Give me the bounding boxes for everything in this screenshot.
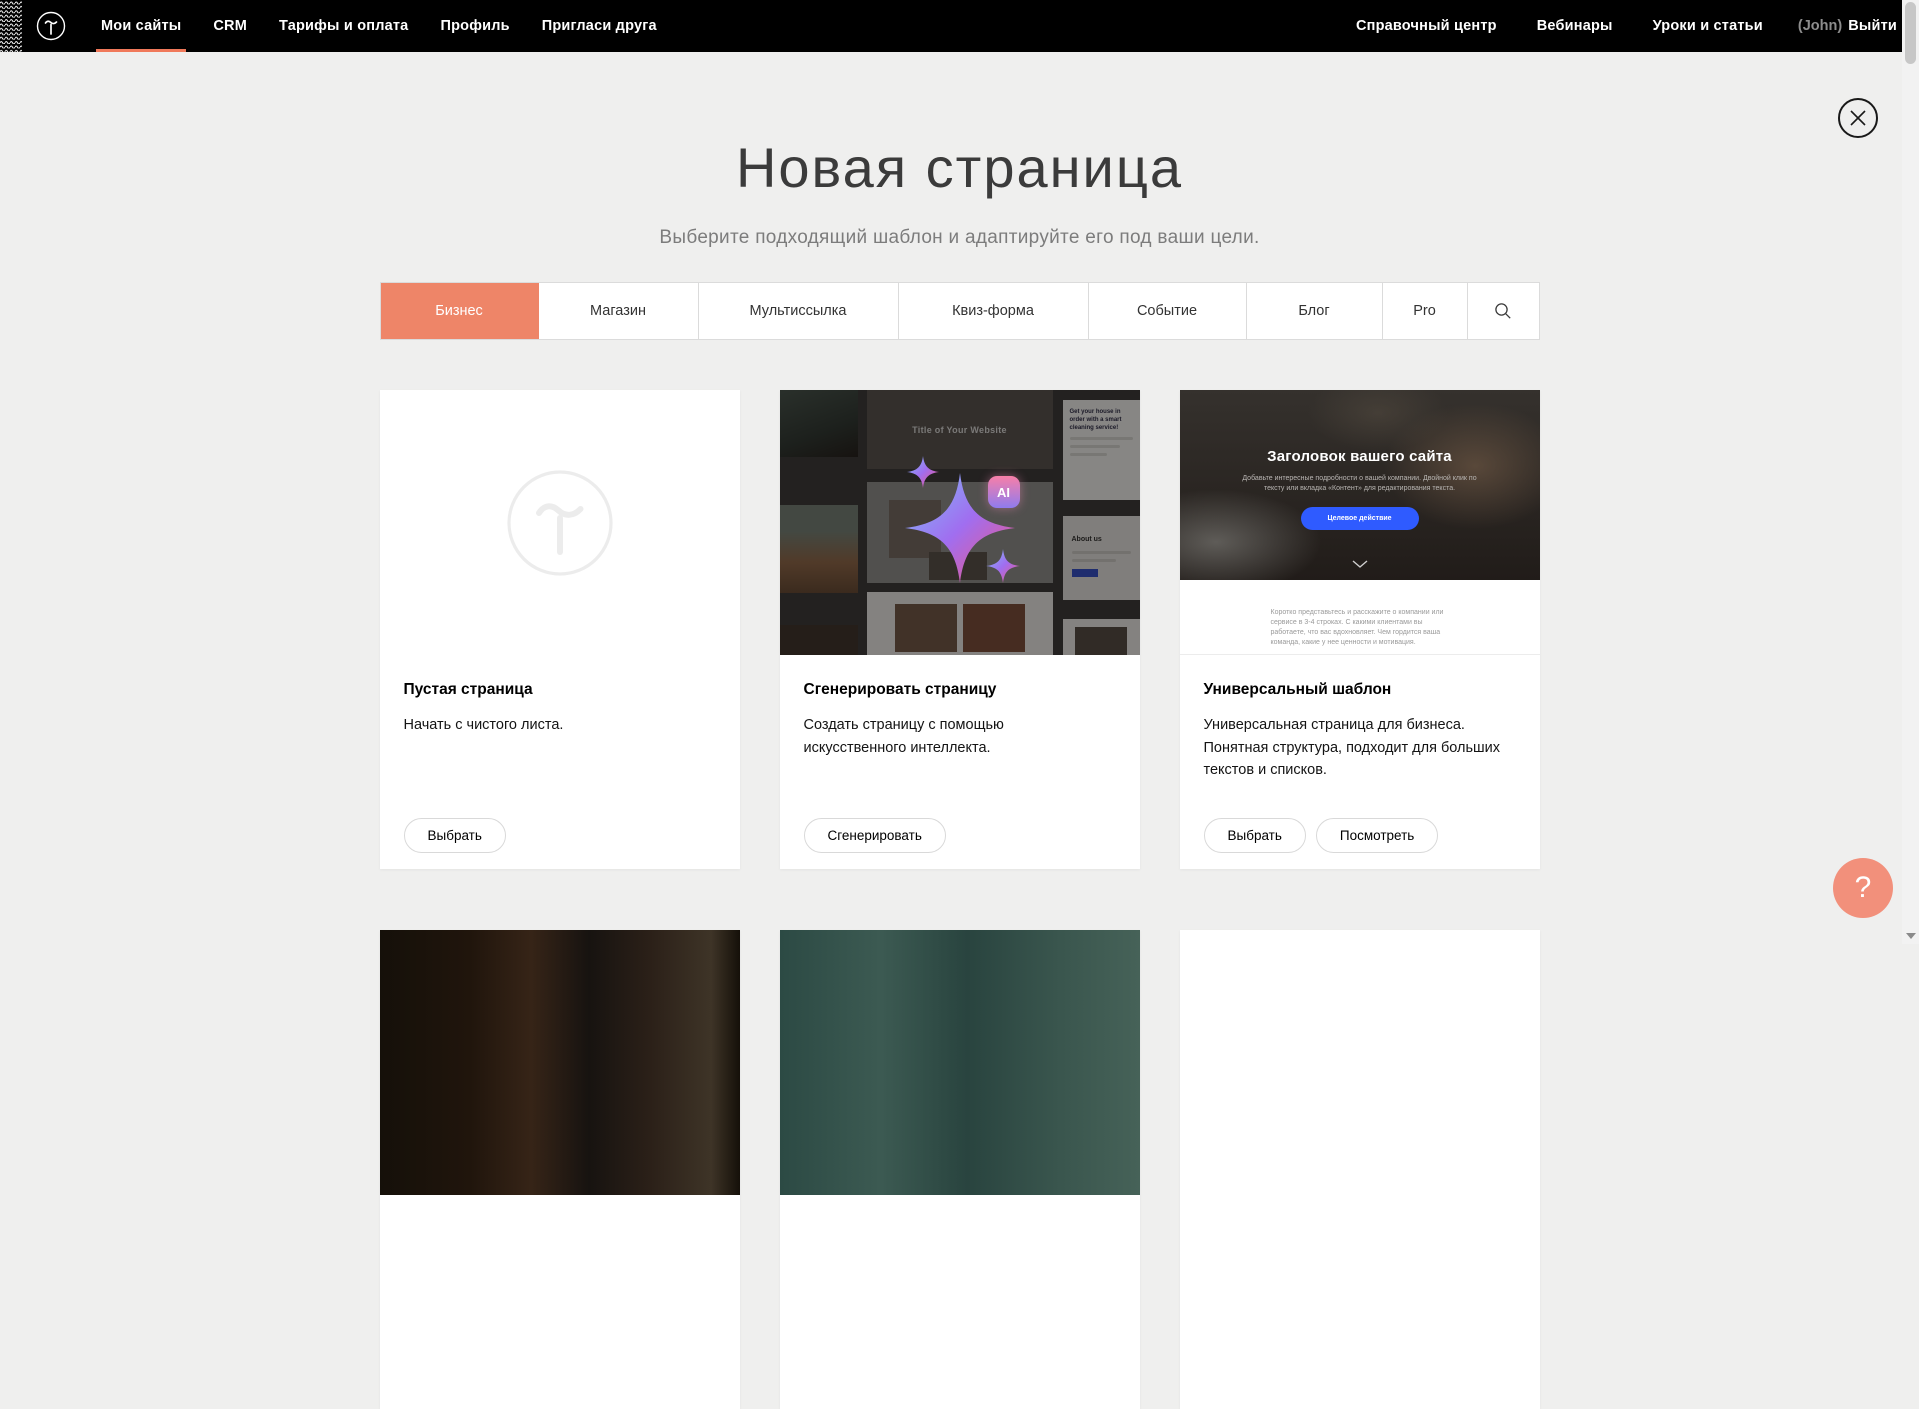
tab-quiz-form[interactable]: Квиз-форма xyxy=(899,283,1089,339)
search-icon xyxy=(1493,301,1513,321)
top-nav: Мои сайты CRM Тарифы и оплата Профиль Пр… xyxy=(0,0,1919,52)
page-subtitle: Выберите подходящий шаблон и адаптируйте… xyxy=(0,227,1919,249)
secondary-nav: Справочный центр Вебинары Уроки и статьи… xyxy=(1351,0,1897,52)
tab-business[interactable]: Бизнес xyxy=(381,283,539,339)
partial-template-card xyxy=(380,930,740,1409)
universal-template-preview: Заголовок вашего сайта Добавьте интересн… xyxy=(1180,390,1540,655)
card-description: Универсальная страница для бизнеса. Поня… xyxy=(1204,714,1509,781)
view-button[interactable]: Посмотреть xyxy=(1316,818,1438,853)
card-description: Создать страницу с помощью искусственног… xyxy=(804,714,1039,759)
card-footer: Сгенерировать xyxy=(804,818,1116,853)
partial-template-card xyxy=(780,930,1140,1409)
scrollbar[interactable] xyxy=(1902,0,1919,944)
tab-pro[interactable]: Pro xyxy=(1383,283,1468,339)
nav-invite-friend[interactable]: Пригласи друга xyxy=(537,0,662,52)
preview-cta-button: Целевое действие xyxy=(1301,507,1419,530)
card-title: Универсальный шаблон xyxy=(1204,681,1516,699)
close-icon xyxy=(1849,109,1867,127)
preview-hero-title: Заголовок вашего сайта xyxy=(1267,448,1452,465)
card-description: Начать с чистого листа. xyxy=(404,714,716,736)
ai-badge: AI xyxy=(988,476,1020,508)
partial-template-preview xyxy=(380,930,740,1195)
nav-webinars[interactable]: Вебинары xyxy=(1532,0,1618,52)
user-session: (John) Выйти xyxy=(1798,0,1897,52)
preview-hero-section: Заголовок вашего сайта Добавьте интересн… xyxy=(1180,390,1540,580)
tab-blog[interactable]: Блог xyxy=(1247,283,1383,339)
card-title: Пустая страница xyxy=(404,681,716,699)
partial-template-preview xyxy=(1180,930,1540,1195)
preview-text-section: Коротко представьтесь и расскажите о ком… xyxy=(1180,580,1540,654)
nav-my-sites[interactable]: Мои сайты xyxy=(96,0,186,52)
card-title: Сгенерировать страницу xyxy=(804,681,1116,699)
choose-button[interactable]: Выбрать xyxy=(1204,818,1306,853)
wave-pattern-decoration xyxy=(0,0,22,52)
generate-button[interactable]: Сгенерировать xyxy=(804,818,946,853)
template-category-tabs: Бизнес Магазин Мультиссылка Квиз-форма С… xyxy=(380,282,1540,340)
chevron-down-icon xyxy=(1352,560,1368,568)
card-body: Пустая страница Начать с чистого листа. … xyxy=(380,655,740,869)
card-footer: Выбрать xyxy=(404,818,716,853)
preview-hero-subtitle: Добавьте интересные подробности о вашей … xyxy=(1235,474,1485,494)
nav-profile[interactable]: Профиль xyxy=(435,0,514,52)
scrollbar-down-arrow[interactable] xyxy=(1906,933,1916,939)
new-page-dialog: Новая страница Выберите подходящий шабло… xyxy=(0,136,1919,1409)
template-card-ai-generate: Title of Your Website Get your house in … xyxy=(780,390,1140,869)
preview-body-text: Коротко представьтесь и расскажите о ком… xyxy=(1271,608,1449,648)
choose-button[interactable]: Выбрать xyxy=(404,818,506,853)
template-grid: Пустая страница Начать с чистого листа. … xyxy=(380,390,1540,1409)
tab-event[interactable]: Событие xyxy=(1089,283,1247,339)
ai-sparkles-icon xyxy=(885,450,1035,600)
nav-help-center[interactable]: Справочный центр xyxy=(1351,0,1502,52)
nav-crm[interactable]: CRM xyxy=(208,0,252,52)
ai-template-preview: Title of Your Website Get your house in … xyxy=(780,390,1140,655)
partial-template-preview xyxy=(780,930,1140,1195)
template-card-blank: Пустая страница Начать с чистого листа. … xyxy=(380,390,740,869)
close-button[interactable] xyxy=(1838,98,1878,138)
logout-link[interactable]: Выйти xyxy=(1848,0,1897,52)
tilda-watermark-icon xyxy=(505,468,615,578)
help-button[interactable]: ? xyxy=(1833,858,1893,918)
card-footer: Выбрать Посмотреть xyxy=(1204,818,1516,853)
partial-template-card xyxy=(1180,930,1540,1409)
card-body: Сгенерировать страницу Создать страницу … xyxy=(780,655,1140,869)
tilda-logo-icon[interactable] xyxy=(36,11,66,41)
tab-search[interactable] xyxy=(1468,283,1539,339)
primary-nav: Мои сайты CRM Тарифы и оплата Профиль Пр… xyxy=(96,0,662,52)
nav-lessons-articles[interactable]: Уроки и статьи xyxy=(1648,0,1768,52)
user-name: (John) xyxy=(1798,0,1842,52)
card-body: Универсальный шаблон Универсальная стран… xyxy=(1180,655,1540,869)
tab-multilink[interactable]: Мультиссылка xyxy=(699,283,899,339)
tab-shop[interactable]: Магазин xyxy=(539,283,699,339)
scrollbar-thumb[interactable] xyxy=(1905,2,1916,64)
template-card-universal: Заголовок вашего сайта Добавьте интересн… xyxy=(1180,390,1540,869)
page-title: Новая страница xyxy=(0,136,1919,200)
nav-pricing[interactable]: Тарифы и оплата xyxy=(274,0,413,52)
blank-template-preview xyxy=(380,390,740,655)
